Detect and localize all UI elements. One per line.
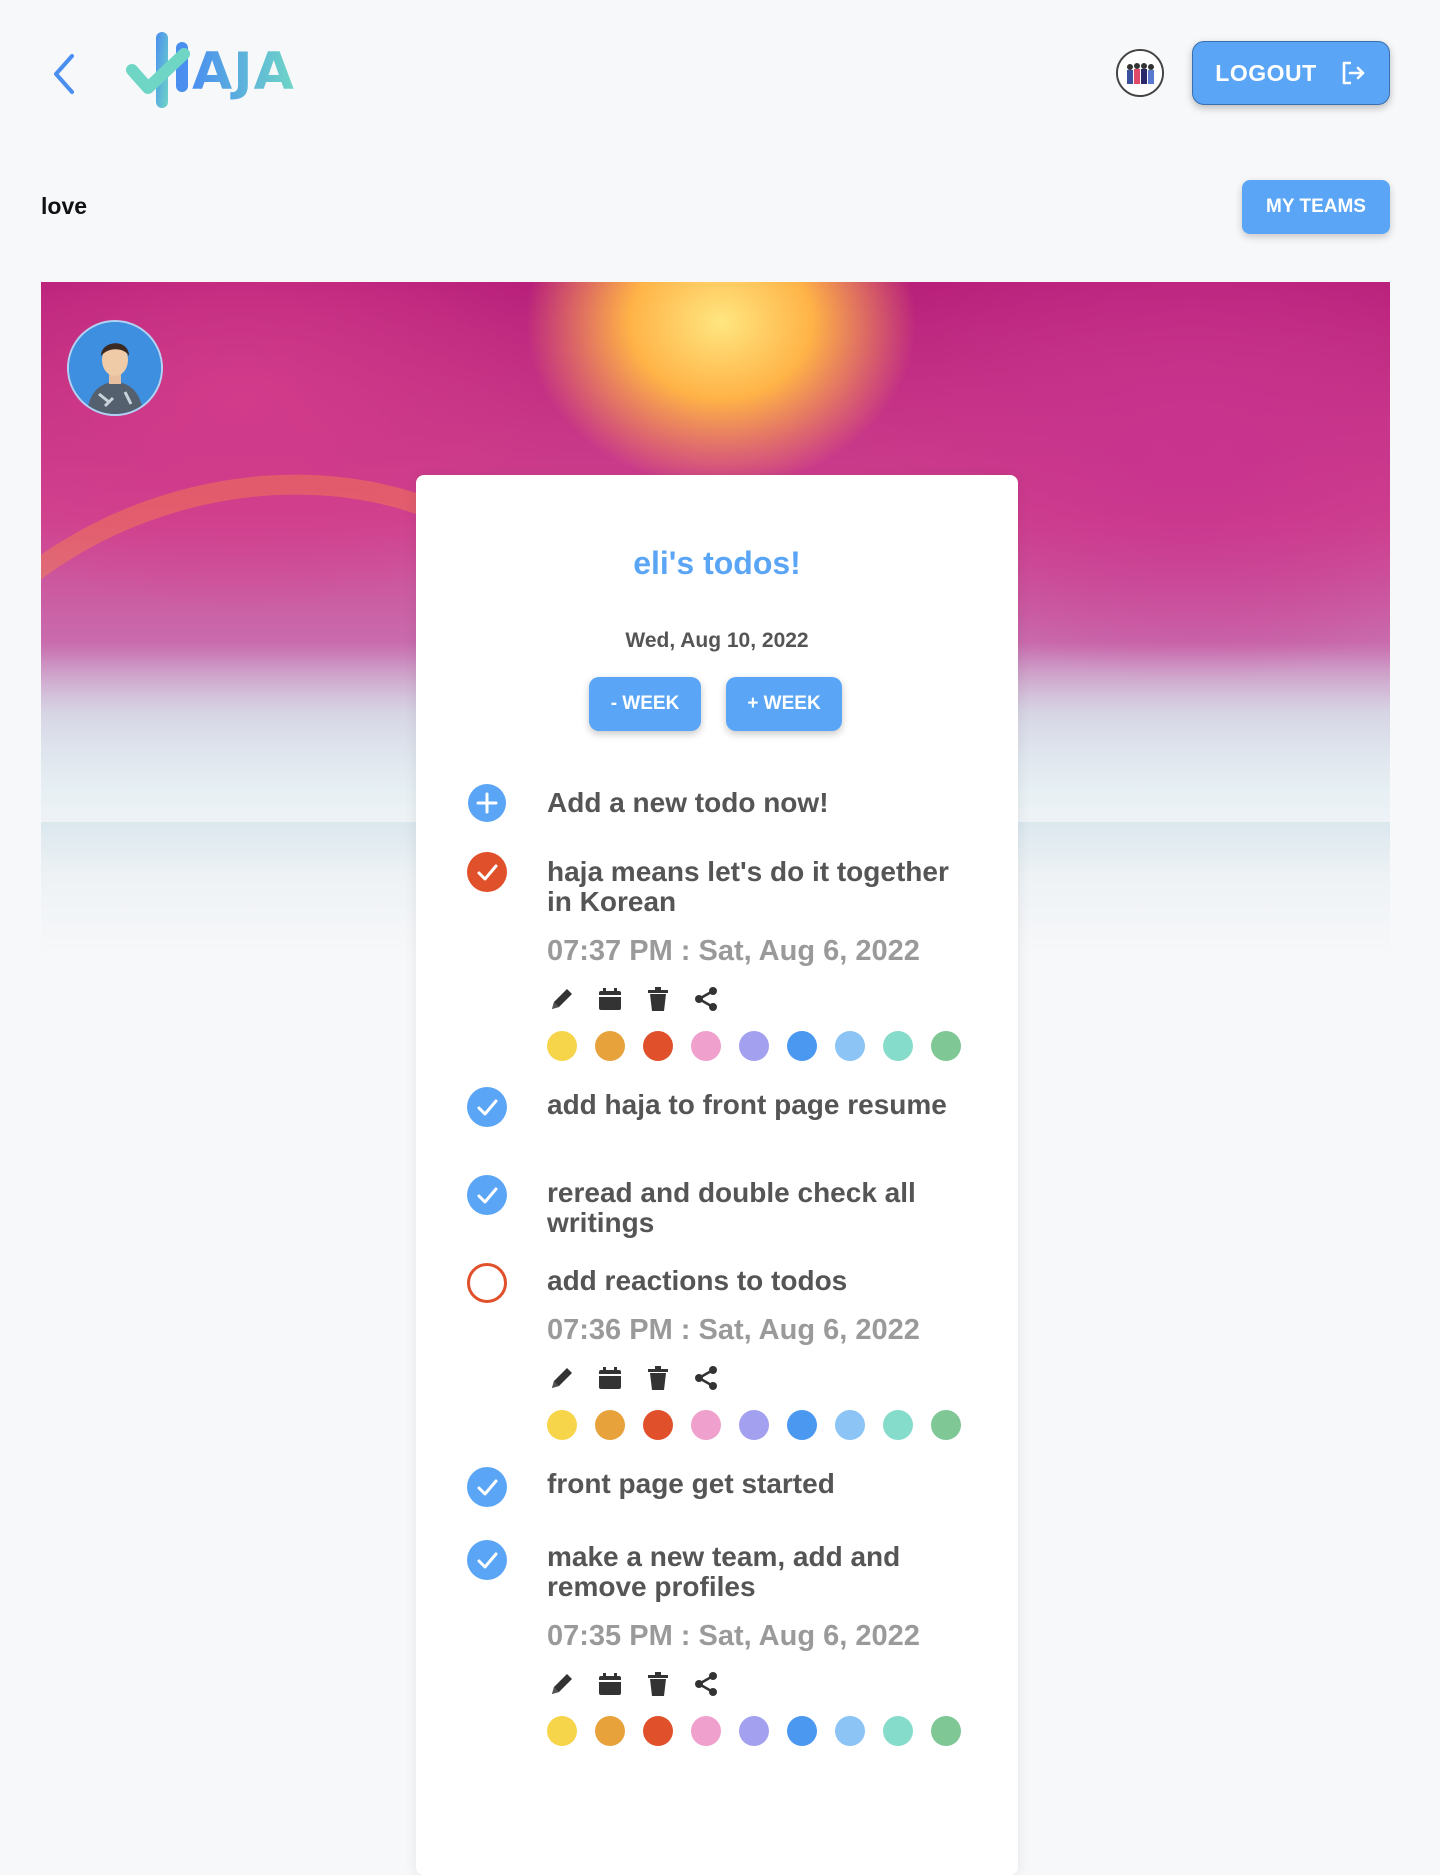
logo-icon (126, 32, 190, 108)
todo-actions (547, 1667, 721, 1701)
chevron-left-icon (54, 54, 74, 94)
calendar-icon[interactable] (595, 1669, 625, 1699)
color-swatch[interactable] (547, 1716, 577, 1746)
color-swatch[interactable] (931, 1716, 961, 1746)
plus-circle-icon (468, 784, 506, 822)
color-swatch[interactable] (739, 1716, 769, 1746)
check-circle-icon (467, 1087, 507, 1127)
check-circle-icon (467, 1540, 507, 1580)
todo-check[interactable] (467, 1087, 507, 1127)
todo-text[interactable]: reread and double check all writings (547, 1178, 977, 1238)
color-swatch[interactable] (691, 1031, 721, 1061)
color-swatch[interactable] (643, 1716, 673, 1746)
add-todo-button[interactable] (467, 783, 507, 823)
color-swatch[interactable] (883, 1031, 913, 1061)
logo-text: AJA (192, 42, 295, 102)
plus-week-button[interactable]: + WEEK (726, 677, 842, 731)
color-swatch[interactable] (787, 1031, 817, 1061)
todo-text[interactable]: add haja to front page resume (547, 1090, 977, 1120)
todo-timestamp: 07:36 PM : Sat, Aug 6, 2022 (547, 1314, 920, 1346)
pencil-icon[interactable] (547, 1363, 577, 1393)
pencil-icon[interactable] (547, 1669, 577, 1699)
add-todo-label[interactable]: Add a new todo now! (547, 788, 977, 818)
color-swatch[interactable] (739, 1031, 769, 1061)
color-swatch[interactable] (883, 1716, 913, 1746)
check-circle-icon (467, 852, 507, 892)
color-swatch[interactable] (787, 1410, 817, 1440)
todo-timestamp: 07:37 PM : Sat, Aug 6, 2022 (547, 935, 920, 967)
todo-check[interactable] (467, 1175, 507, 1215)
logout-label: LOGOUT (1215, 59, 1317, 86)
trash-icon[interactable] (643, 984, 673, 1014)
color-swatch[interactable] (691, 1716, 721, 1746)
color-palette (547, 1031, 961, 1061)
todo-check[interactable] (467, 852, 507, 892)
color-palette (547, 1410, 961, 1440)
pencil-icon[interactable] (547, 984, 577, 1014)
todo-text[interactable]: add reactions to todos (547, 1266, 977, 1296)
todo-card: eli's todos! Wed, Aug 10, 2022 - WEEK + … (416, 475, 1018, 1875)
color-swatch[interactable] (835, 1410, 865, 1440)
logout-button[interactable]: LOGOUT (1192, 41, 1390, 105)
todo-actions (547, 982, 721, 1016)
team-image (1118, 51, 1162, 95)
team-avatar[interactable] (1116, 49, 1164, 97)
color-swatch[interactable] (595, 1031, 625, 1061)
empty-circle-icon (467, 1263, 507, 1303)
color-swatch[interactable] (787, 1716, 817, 1746)
todo-text[interactable]: make a new team, add and remove profiles (547, 1542, 977, 1602)
color-swatch[interactable] (547, 1410, 577, 1440)
color-swatch[interactable] (595, 1410, 625, 1440)
trash-icon[interactable] (643, 1669, 673, 1699)
color-swatch[interactable] (931, 1410, 961, 1440)
color-swatch[interactable] (691, 1410, 721, 1440)
my-teams-button[interactable]: MY TEAMS (1242, 180, 1390, 234)
todo-check[interactable] (467, 1540, 507, 1580)
color-swatch[interactable] (931, 1031, 961, 1061)
color-swatch[interactable] (883, 1410, 913, 1440)
profile-avatar[interactable] (67, 320, 163, 416)
share-icon[interactable] (691, 984, 721, 1014)
todo-text[interactable]: front page get started (547, 1469, 977, 1499)
color-swatch[interactable] (547, 1031, 577, 1061)
color-swatch[interactable] (643, 1410, 673, 1440)
check-circle-icon (467, 1467, 507, 1507)
logo[interactable]: AJA (126, 30, 295, 114)
color-swatch[interactable] (835, 1031, 865, 1061)
logout-icon (1342, 61, 1364, 85)
card-title: eli's todos! (633, 545, 801, 581)
calendar-icon[interactable] (595, 1363, 625, 1393)
profile-image (69, 322, 161, 414)
todo-text[interactable]: haja means let's do it together in Korea… (547, 857, 977, 917)
color-swatch[interactable] (643, 1031, 673, 1061)
card-date: Wed, Aug 10, 2022 (625, 629, 809, 652)
back-button[interactable] (48, 52, 80, 96)
page-title: love (41, 193, 88, 219)
todo-timestamp: 07:35 PM : Sat, Aug 6, 2022 (547, 1620, 920, 1652)
color-swatch[interactable] (835, 1716, 865, 1746)
todo-actions (547, 1361, 721, 1395)
calendar-icon[interactable] (595, 984, 625, 1014)
check-circle-icon (467, 1175, 507, 1215)
todo-check[interactable] (467, 1263, 507, 1303)
trash-icon[interactable] (643, 1363, 673, 1393)
color-swatch[interactable] (739, 1410, 769, 1440)
minus-week-button[interactable]: - WEEK (589, 677, 701, 731)
share-icon[interactable] (691, 1363, 721, 1393)
todo-check[interactable] (467, 1467, 507, 1507)
color-palette (547, 1716, 961, 1746)
share-icon[interactable] (691, 1669, 721, 1699)
color-swatch[interactable] (595, 1716, 625, 1746)
